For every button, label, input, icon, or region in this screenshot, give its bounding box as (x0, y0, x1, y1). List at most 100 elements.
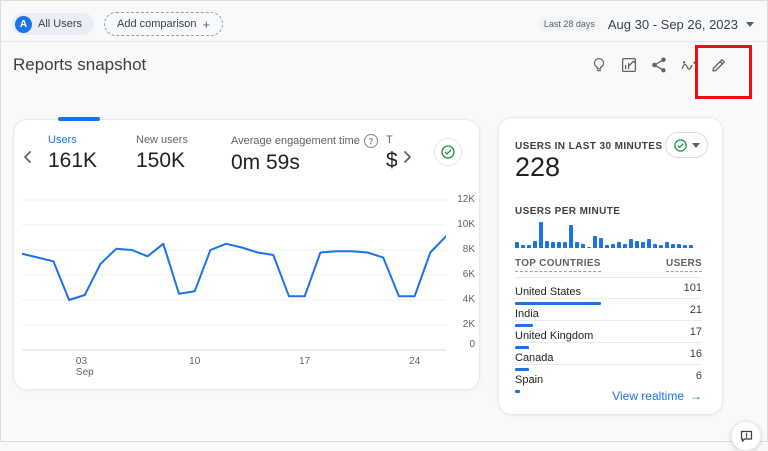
realtime-quality-badge[interactable] (665, 132, 708, 158)
country-name: United States (515, 286, 581, 298)
country-row: United States 101 (515, 277, 702, 299)
minute-bar (569, 225, 573, 248)
col-users[interactable]: USERS (666, 258, 702, 272)
all-users-label: All Users (38, 18, 82, 30)
country-users: 101 (684, 282, 702, 294)
country-row: Spain 6 (515, 365, 702, 386)
country-name: United Kingdom (515, 330, 593, 342)
minute-bar (647, 239, 651, 248)
y-axis-tick: 10K (457, 219, 475, 230)
minute-bar (671, 244, 675, 248)
realtime-card: USERS IN LAST 30 MINUTES 228 USERS PER M… (498, 117, 723, 415)
all-users-chip[interactable]: A All Users (12, 13, 94, 35)
country-name: India (515, 308, 539, 320)
minute-bar (593, 236, 597, 248)
country-users: 6 (696, 370, 702, 382)
country-row: India 21 (515, 299, 702, 321)
arrow-right-icon: → (690, 389, 702, 403)
realtime-title: USERS IN LAST 30 MINUTES (515, 141, 662, 152)
metric-label: Users (48, 134, 97, 146)
metrics-scroll-right-button[interactable] (400, 149, 414, 168)
metric-tab-users[interactable]: Users 161K (48, 134, 97, 173)
country-row: United Kingdom 17 (515, 321, 702, 343)
minute-bar (533, 241, 537, 248)
metric-label: New users (136, 134, 188, 146)
date-range-text: Aug 30 - Sep 26, 2023 (608, 17, 738, 32)
users-per-minute-chart (515, 220, 698, 248)
country-name: Canada (515, 352, 554, 364)
users-per-minute-title: USERS PER MINUTE (515, 206, 620, 217)
minute-bar (515, 242, 519, 248)
page-title: Reports snapshot (13, 55, 146, 75)
data-quality-badge[interactable] (434, 138, 462, 166)
metric-value: 0m 59s (231, 151, 378, 175)
edit-pencil-icon[interactable] (707, 53, 731, 77)
minute-bar (677, 244, 681, 248)
metric-value: 161K (48, 149, 97, 173)
customize-chart-icon[interactable] (617, 53, 641, 77)
insights-bulb-icon[interactable] (587, 53, 611, 77)
overview-metrics-card: Users 161K New users 150K Average engage… (13, 119, 480, 390)
country-users: 21 (690, 304, 702, 316)
add-comparison-button[interactable]: Add comparison + (104, 12, 223, 36)
minute-bar (521, 245, 525, 248)
comparison-bar: A All Users Add comparison + Last 28 day… (12, 12, 754, 36)
minute-bar (665, 242, 669, 248)
minute-bar (641, 242, 645, 248)
insights-sparkline-icon[interactable] (677, 53, 701, 77)
selected-metric-indicator (58, 117, 100, 121)
view-realtime-link[interactable]: View realtime → (612, 389, 702, 403)
minute-bar (575, 242, 579, 248)
minute-bar (557, 242, 561, 248)
plus-icon: + (203, 17, 211, 32)
caret-down-icon (746, 22, 754, 27)
view-realtime-label: View realtime (612, 389, 684, 403)
minute-bar (539, 222, 543, 248)
add-comparison-label: Add comparison (117, 18, 197, 30)
metric-tab-truncated[interactable]: T $ (386, 134, 397, 173)
minute-bar (659, 245, 663, 248)
x-axis-tick: 17 (299, 356, 310, 367)
minute-bar (683, 245, 687, 248)
avatar: A (15, 16, 32, 33)
x-axis-tick: 03Sep (76, 356, 94, 378)
help-icon[interactable]: ? (364, 134, 378, 148)
minute-bar (617, 242, 621, 248)
minute-bar (629, 239, 633, 248)
minute-bar (599, 238, 603, 248)
minute-bar (605, 245, 609, 248)
metric-tab-avg-engagement-time[interactable]: Average engagement time ? 0m 59s (231, 134, 378, 175)
minute-bar (563, 242, 567, 248)
caret-down-icon (692, 143, 700, 148)
minute-bar (623, 244, 627, 248)
report-toolbar (587, 53, 731, 77)
metric-tab-new-users[interactable]: New users 150K (136, 134, 188, 173)
x-axis-tick: 24 (409, 356, 420, 367)
y-axis-tick: 12K (457, 194, 475, 205)
country-row: Canada 16 (515, 343, 702, 365)
col-top-countries[interactable]: TOP COUNTRIES (515, 258, 601, 272)
date-range-picker[interactable]: Last 28 days Aug 30 - Sep 26, 2023 (539, 17, 754, 32)
metric-value: 150K (136, 149, 188, 173)
y-axis-tick: 8K (463, 244, 475, 255)
minute-bar (635, 241, 639, 248)
minute-bar (551, 242, 555, 248)
date-preset-badge: Last 28 days (539, 17, 600, 31)
y-axis-tick: 0 (469, 339, 475, 350)
users-trend-chart[interactable] (22, 196, 446, 354)
share-icon[interactable] (647, 53, 671, 77)
metric-label: T (386, 134, 397, 146)
y-axis-tick: 6K (463, 269, 475, 280)
y-axis-tick: 4K (463, 294, 475, 305)
countries-table: United States 101 India 21 United Kingdom 17 C… (515, 277, 702, 386)
minute-bar (581, 244, 585, 248)
minute-bar (587, 247, 591, 248)
minute-bar (653, 244, 657, 248)
metrics-scroll-left-button[interactable] (21, 149, 35, 168)
country-users: 17 (690, 326, 702, 338)
country-users: 16 (690, 348, 702, 360)
country-name: Spain (515, 374, 543, 386)
x-axis-tick: 10 (189, 356, 200, 367)
feedback-button[interactable] (731, 421, 761, 451)
countries-table-header: TOP COUNTRIES USERS (515, 258, 702, 278)
